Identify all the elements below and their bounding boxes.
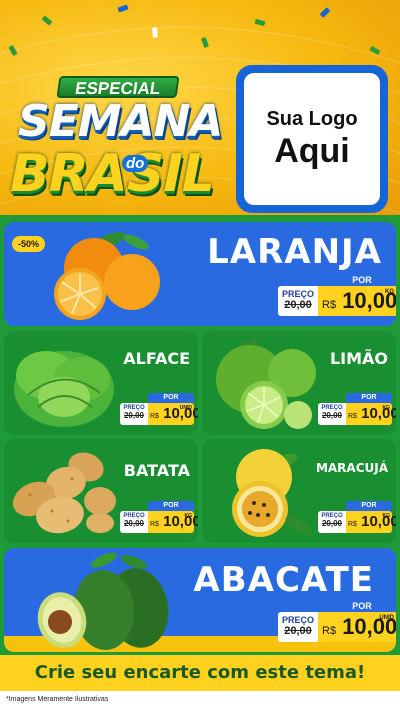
current-price: R$ 10,00 UNID — [318, 612, 396, 642]
currency: R$ — [348, 413, 357, 420]
old-price: 20,00 — [321, 519, 343, 528]
por-label: POR — [326, 274, 396, 286]
por-label: POR — [346, 393, 392, 403]
lime-icon — [216, 337, 316, 429]
confetti — [152, 27, 158, 38]
por-label: POR — [326, 600, 396, 612]
price-unit: KG — [382, 405, 391, 411]
potato-icon — [12, 452, 116, 534]
product-name-alface: ALFACE — [123, 349, 190, 368]
currency: R$ — [150, 521, 159, 528]
old-price-block: PREÇO 20,00 — [278, 612, 318, 642]
price-value: 10,00 — [361, 513, 396, 530]
old-price: 20,00 — [123, 411, 145, 420]
title-semana: SEMANA — [18, 96, 223, 147]
price-tag-batata: POR PREÇO 20,00 R$ 10,00 KG — [120, 501, 198, 533]
por-label: POR — [148, 501, 194, 511]
logo-placeholder[interactable]: Sua Logo Aqui — [236, 65, 388, 213]
logo-text-line2: Aqui — [274, 131, 350, 170]
cta-banner[interactable]: Crie seu encarte com este tema! — [0, 655, 400, 691]
title-brasil: BRASIL — [10, 144, 215, 204]
old-price: 20,00 — [123, 519, 145, 528]
old-price: 20,00 — [284, 625, 312, 637]
old-price-block: PREÇO 20,00 — [120, 511, 148, 533]
price-unit: UNID — [179, 405, 192, 411]
currency: R$ — [150, 413, 159, 420]
logo-text-line1: Sua Logo — [266, 107, 358, 130]
product-card-alface[interactable]: ALFACE POR PREÇO 20,00 R$ 10,00 UNID — [4, 331, 198, 435]
product-card-limao[interactable]: LIMÃO POR PREÇO 20,00 R$ 10,00 KG — [202, 331, 396, 435]
header-banner: ESPECIAL SEMANA BRASIL do Sua Logo Aqui — [0, 0, 400, 215]
title-do: do — [122, 155, 149, 172]
product-name-laranja: LARANJA — [207, 232, 382, 272]
price-unit: UNID — [379, 615, 394, 621]
price-tag-abacate: POR PREÇO 20,00 R$ 10,00 UNID — [278, 600, 396, 642]
current-price: R$ 10,00 KG — [346, 403, 396, 425]
orange-icon — [54, 232, 160, 320]
event-title-logo: ESPECIAL SEMANA BRASIL do — [10, 70, 225, 210]
old-price-block: PREÇO 20,00 — [318, 511, 346, 533]
preco-label: PREÇO — [281, 289, 314, 299]
discount-badge: -50% — [12, 236, 46, 252]
old-price-block: PREÇO 20,00 — [318, 403, 346, 425]
disclaimer-note: *Imagens Meramente Ilustrativas — [0, 691, 400, 711]
old-price-block: PREÇO 20,00 — [278, 286, 318, 316]
current-price: R$ 10,00 KG — [346, 511, 396, 533]
lettuce-icon — [14, 351, 114, 427]
old-price: 20,00 — [321, 411, 343, 420]
currency: R$ — [322, 625, 337, 637]
avocado-icon — [37, 552, 169, 650]
current-price: R$ 10,00 KG — [148, 511, 198, 533]
price-tag-limao: POR PREÇO 20,00 R$ 10,00 KG — [318, 393, 396, 425]
price-unit: KG — [184, 513, 193, 519]
special-badge: ESPECIAL — [56, 76, 180, 98]
current-price: R$ 10,00 KG — [318, 286, 396, 316]
por-label: POR — [346, 501, 392, 511]
product-card-batata[interactable]: BATATA POR PREÇO 20,00 R$ 10,00 KG — [4, 439, 198, 543]
price-value: 10,00 — [361, 405, 396, 422]
old-price: 20,00 — [284, 299, 312, 311]
price-tag-alface: POR PREÇO 20,00 R$ 10,00 UNID — [120, 393, 198, 425]
product-name-maracuja: MARACUJÁ — [315, 461, 388, 475]
por-label: POR — [148, 393, 194, 403]
price-unit: KG — [385, 289, 394, 295]
price-tag-laranja: POR PREÇO 20,00 R$ 10,00 KG — [278, 274, 396, 316]
product-name-abacate: ABACATE — [193, 560, 374, 600]
preco-label: PREÇO — [281, 615, 314, 625]
product-card-laranja[interactable]: -50% LARANJA POR PREÇO 20,00 R$ 10,00 KG — [4, 222, 396, 326]
product-name-limao: LIMÃO — [329, 349, 388, 368]
old-price-block: PREÇO 20,00 — [120, 403, 148, 425]
product-card-maracuja[interactable]: MARACUJÁ POR PREÇO 20,00 R$ 10,00 KG — [202, 439, 396, 543]
price-unit: KG — [382, 513, 391, 519]
price-value: 10,00 — [163, 513, 198, 530]
currency: R$ — [322, 299, 337, 311]
currency: R$ — [348, 521, 357, 528]
product-card-abacate[interactable]: ABACATE POR PREÇO 20,00 R$ 10,00 UNID — [4, 548, 396, 652]
current-price: R$ 10,00 UNID — [148, 403, 198, 425]
price-tag-maracuja: POR PREÇO 20,00 R$ 10,00 KG — [318, 501, 396, 533]
passion-fruit-icon — [232, 449, 311, 537]
product-name-batata: BATATA — [123, 461, 190, 480]
